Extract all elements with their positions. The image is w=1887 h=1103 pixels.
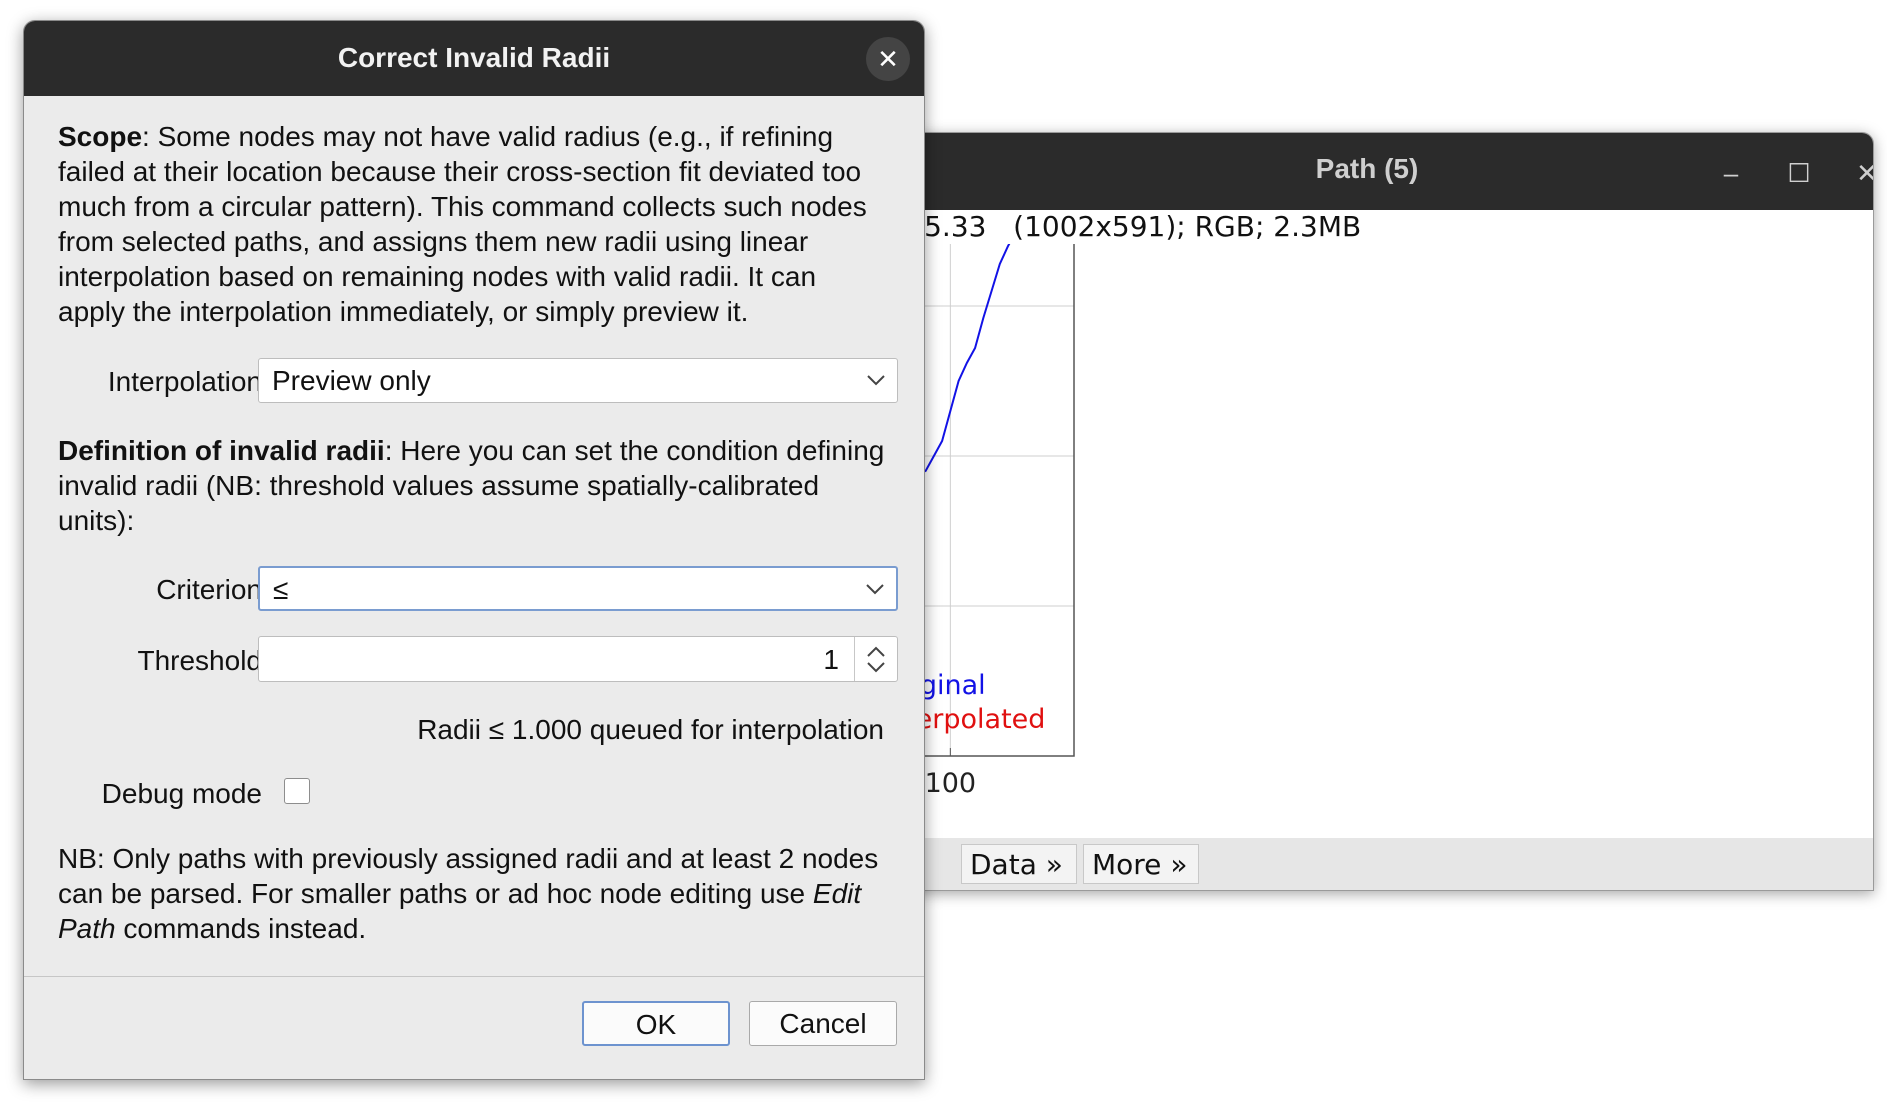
definition-description: Definition of invalid radii: Here you ca… xyxy=(58,433,888,538)
close-icon[interactable]: ✕ xyxy=(1847,153,1873,193)
image-info-text: .83x5.33 (1002x591); RGB; 2.3MB xyxy=(861,210,1873,244)
threshold-spinner[interactable]: 1 xyxy=(258,636,898,682)
nb-note: NB: Only paths with previously assigned … xyxy=(58,841,888,946)
debug-mode-checkbox[interactable] xyxy=(284,778,310,804)
spinner-arrows[interactable] xyxy=(854,637,897,681)
radius-plot: 0204060801001234Node position (0-based i… xyxy=(861,244,1873,838)
minimize-icon[interactable]: – xyxy=(1711,153,1751,193)
cancel-button[interactable]: Cancel xyxy=(749,1001,897,1046)
dialog-title: Correct Invalid Radii xyxy=(337,42,611,73)
interpolation-value: Preview only xyxy=(272,365,431,396)
nb-text-1: NB: Only paths with previously assigned … xyxy=(58,843,879,909)
close-icon[interactable]: ✕ xyxy=(866,37,910,81)
correct-invalid-radii-dialog: Correct Invalid Radii ✕ Scope: Some node… xyxy=(23,20,925,1080)
data-button[interactable]: Data » xyxy=(961,844,1077,884)
chevron-down-icon xyxy=(867,375,885,386)
path-window: Path (5) – ☐ ✕ .83x5.33 (1002x591); RGB;… xyxy=(860,132,1874,891)
interpolation-select[interactable]: Preview only xyxy=(258,358,898,403)
queue-status-text: Radii ≤ 1.000 queued for interpolation xyxy=(417,714,884,745)
scope-heading: Scope xyxy=(58,121,143,152)
criterion-label: Criterion xyxy=(156,574,262,605)
button-separator xyxy=(24,976,924,977)
definition-heading: Definition of invalid radii xyxy=(58,435,385,466)
maximize-icon[interactable]: ☐ xyxy=(1779,153,1819,193)
path-titlebar[interactable]: Path (5) – ☐ ✕ xyxy=(861,133,1873,210)
chevron-down-icon xyxy=(866,584,884,595)
radius-chart: 0204060801001234Node position (0-based i… xyxy=(861,244,1075,799)
nb-text-2: commands instead. xyxy=(115,913,367,944)
ok-button[interactable]: OK xyxy=(582,1001,730,1046)
more-button[interactable]: More » xyxy=(1083,844,1199,884)
dialog-titlebar[interactable]: Correct Invalid Radii ✕ xyxy=(24,21,924,96)
interpolation-label: Interpolation xyxy=(107,366,262,397)
spinner-up-down-icon[interactable] xyxy=(855,637,897,681)
x-tick-label: 100 xyxy=(925,768,977,799)
scope-text: : Some nodes may not have valid radius (… xyxy=(58,121,867,327)
criterion-select[interactable]: ≤ xyxy=(258,566,898,611)
criterion-value: ≤ xyxy=(273,574,289,605)
scope-description: Scope: Some nodes may not have valid rad… xyxy=(58,119,888,329)
path-button-bar: t Data » More » xyxy=(861,838,1873,890)
threshold-label: Threshold xyxy=(137,645,262,676)
debug-mode-label: Debug mode xyxy=(101,778,262,809)
threshold-value: 1 xyxy=(823,644,839,675)
